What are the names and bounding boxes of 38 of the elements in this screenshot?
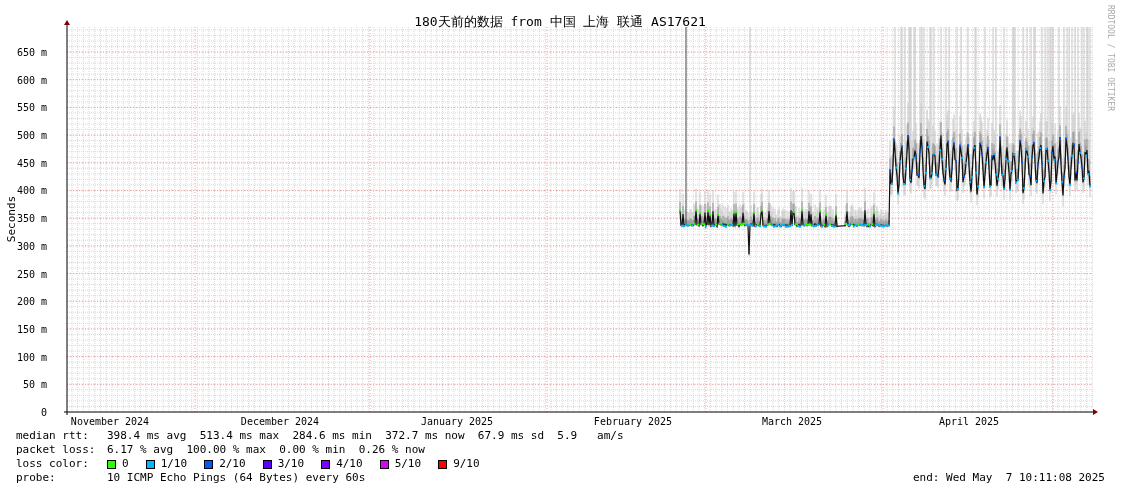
stat-label: loss color:: [16, 457, 90, 471]
y-tick-label: 0: [40, 407, 47, 418]
y-tick-label: 350 m: [16, 213, 47, 225]
y-tick-label: 200 m: [16, 296, 47, 308]
loss-level-label: 1/10: [160, 457, 188, 471]
loss-level-label: 9/10: [453, 457, 480, 471]
y-tick-label: 100 m: [16, 351, 47, 363]
y-tick-label: 400 m: [16, 185, 47, 197]
probe-text: 10 ICMP Echo Pings (64 Bytes) every 60s: [107, 471, 366, 485]
y-tick-label: 50 m: [22, 379, 47, 391]
x-tick-label: April 2025: [938, 416, 1000, 427]
x-tick-label: December 2024: [240, 416, 320, 427]
stat-label: median rtt:: [16, 429, 90, 443]
loss-level-label: 3/10: [277, 457, 305, 471]
loss-level-label: 5/10: [394, 457, 422, 471]
end-time: end: Wed May 7 10:11:08 2025: [912, 471, 1105, 485]
y-tick-label: 150 m: [16, 323, 47, 335]
y-tick-label: 250 m: [16, 268, 47, 280]
y-tick-label: 450 m: [16, 157, 47, 169]
x-tick-label: January 2025: [420, 416, 494, 427]
stat-label: packet loss:: [16, 443, 97, 457]
median-rtt-stats: 398.4 ms avg 513.4 ms max 284.6 ms min 372.7 ms now 67.9 ms sd 5.9 am/s: [107, 429, 624, 443]
packet-loss-stats: 6.17 % avg 100.00 % max 0.00 % min 0.26 % now: [107, 443, 425, 457]
x-tick-label: March 2025: [761, 416, 823, 427]
loss-level-label: 4/10: [336, 457, 363, 471]
y-axis-label: Seconds: [5, 195, 18, 243]
loss-level-label: 0: [122, 457, 129, 471]
loss-level-label: 2/10: [219, 457, 246, 471]
y-tick-label: 550 m: [16, 102, 47, 114]
y-tick-label: 600 m: [16, 74, 47, 86]
y-tick-label: 500 m: [16, 130, 47, 142]
stat-label: probe:: [16, 471, 57, 485]
x-tick-label: February 2025: [593, 416, 673, 427]
x-tick-label: November 2024: [70, 416, 150, 427]
y-tick-label: 300 m: [16, 240, 47, 252]
chart-title: 180天前的数据 from 中国 上海 联通 AS17621: [414, 14, 706, 29]
credit-text: RRDTOOL / TOBI OETIKER: [1106, 5, 1115, 111]
y-tick-label: 650 m: [16, 47, 47, 59]
